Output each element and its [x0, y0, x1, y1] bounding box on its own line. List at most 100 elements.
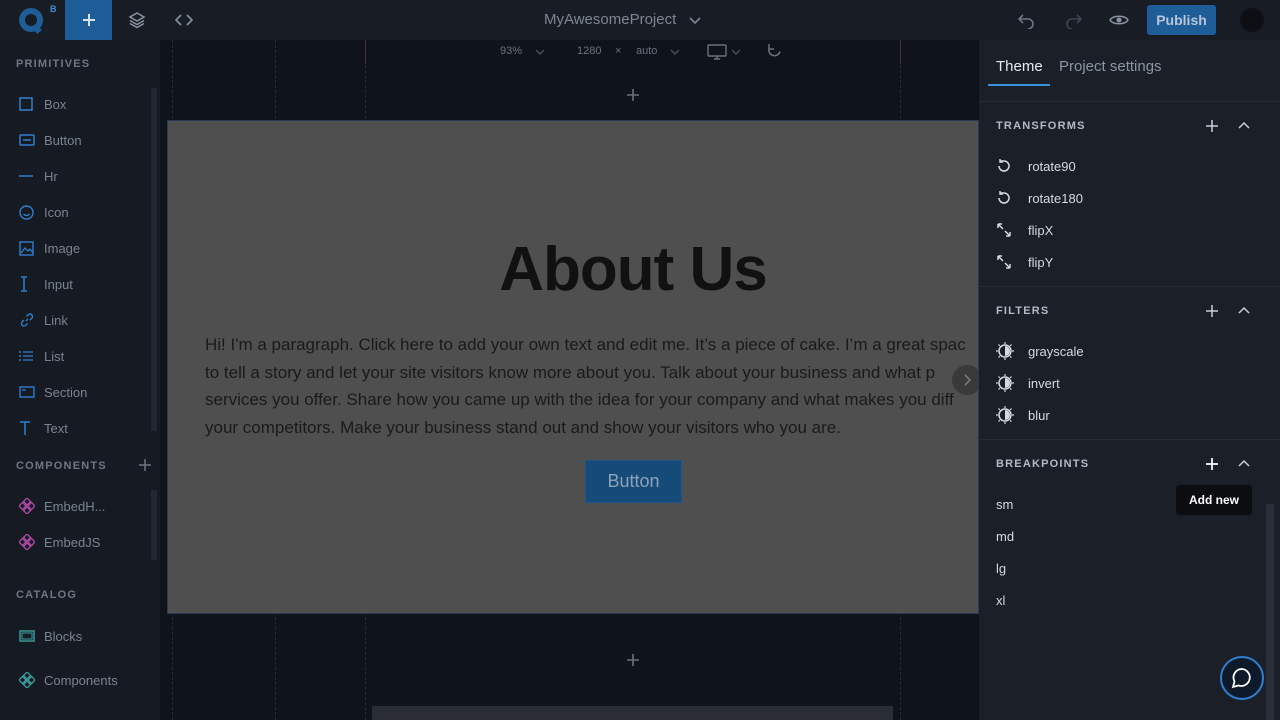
project-name[interactable]: MyAwesomeProject — [544, 11, 676, 28]
sidebar-item-hr[interactable]: Hr — [16, 162, 150, 190]
add-component-icon[interactable] — [138, 458, 152, 472]
expand-arrow-button[interactable] — [952, 365, 978, 395]
filter-item[interactable]: grayscale — [996, 339, 1084, 363]
image-icon — [19, 240, 34, 256]
paragraph-line: services you offer. Share how you came u… — [205, 390, 954, 409]
sidebar-item-label: Section — [44, 384, 88, 400]
smiley-icon — [19, 204, 34, 220]
undo-button[interactable] — [1006, 0, 1046, 40]
sidebar-item-icon[interactable]: Icon — [16, 198, 150, 226]
add-section-button[interactable] — [621, 83, 645, 107]
transform-item[interactable]: rotate180 — [996, 186, 1083, 210]
avatar[interactable] — [1240, 8, 1264, 32]
page-preview[interactable]: About Us Hi! I'm a paragraph. Click here… — [167, 120, 979, 614]
chevron-up-icon[interactable] — [1237, 458, 1251, 470]
sidebar-item-input[interactable]: Input — [16, 270, 150, 298]
sidebar-item-text[interactable]: Text — [16, 414, 150, 442]
component-icon — [19, 498, 35, 514]
sidebar-item-embedh[interactable]: EmbedH... — [16, 492, 150, 520]
components-title: COMPONENTS — [16, 460, 107, 472]
breakpoint-item[interactable]: md — [996, 524, 1014, 548]
chevron-down-icon[interactable] — [670, 48, 680, 56]
horizontal-scrollbar[interactable] — [372, 706, 893, 720]
sidebar-item-label: Image — [44, 240, 81, 256]
section-icon — [19, 386, 35, 398]
add-new-tooltip: Add new — [1176, 485, 1252, 515]
primitives-title: PRIMITIVES — [16, 58, 91, 70]
viewport-bar: 93% 1280 × auto — [160, 40, 979, 64]
breakpoint-label: sm — [996, 496, 1014, 512]
viewport-height[interactable]: auto — [636, 45, 657, 57]
chevron-down-icon[interactable] — [535, 48, 545, 56]
page-title[interactable]: About Us — [168, 234, 978, 305]
tab-theme[interactable]: Theme — [996, 58, 1043, 75]
plus-icon — [627, 89, 639, 101]
zoom-level[interactable]: 93% — [500, 45, 522, 57]
undo-icon — [1017, 14, 1034, 29]
chevron-up-icon[interactable] — [1237, 120, 1251, 132]
transforms-title: TRANSFORMS — [996, 120, 1086, 132]
sidebar-item-components[interactable]: Components — [16, 666, 150, 694]
sidebar-item-section[interactable]: Section — [16, 378, 150, 406]
plus-icon[interactable] — [1205, 304, 1219, 318]
transform-item[interactable]: flipY — [996, 250, 1053, 274]
preview-button[interactable] — [1099, 0, 1139, 40]
sidebar-item-label: Input — [44, 276, 73, 292]
sidebar-item-label: Components — [44, 672, 118, 688]
sidebar-item-list[interactable]: List — [16, 342, 150, 370]
breakpoint-item[interactable]: xl — [996, 588, 1005, 612]
chevron-right-icon — [964, 374, 972, 386]
chevron-up-icon[interactable] — [1237, 305, 1251, 317]
components-scrollbar[interactable] — [151, 490, 157, 560]
sidebar-item-link[interactable]: Link — [16, 306, 150, 334]
list-icon — [19, 351, 33, 361]
add-button[interactable] — [65, 0, 112, 40]
link-icon — [20, 313, 34, 327]
help-chat-button[interactable] — [1220, 656, 1264, 700]
button-icon — [19, 134, 35, 146]
refresh-icon[interactable] — [766, 43, 783, 60]
plan-badge: B — [50, 4, 57, 14]
code-icon — [175, 14, 193, 26]
breakpoint-item[interactable]: sm — [996, 492, 1013, 516]
page-paragraph[interactable]: Hi! I'm a paragraph. Click here to add y… — [205, 331, 978, 441]
paragraph-line: your competitors. Make your business sta… — [205, 417, 841, 437]
tab-project-settings[interactable]: Project settings — [1059, 58, 1162, 75]
desktop-icon[interactable] — [707, 44, 727, 60]
breakpoint-item[interactable]: lg — [996, 556, 1006, 580]
primitives-scrollbar[interactable] — [151, 88, 157, 431]
transform-item[interactable]: rotate90 — [996, 154, 1076, 178]
sidebar-item-box[interactable]: Box — [16, 90, 150, 118]
editor-canvas[interactable]: 93% 1280 × auto About Us Hi! I'm a parag… — [160, 40, 979, 720]
brightness-icon — [996, 342, 1014, 360]
divider — [979, 439, 1280, 440]
panel-scrollbar[interactable] — [1266, 504, 1274, 720]
redo-button[interactable] — [1054, 0, 1094, 40]
app-logo-icon[interactable] — [14, 5, 48, 35]
chevron-down-icon[interactable] — [731, 48, 741, 56]
layers-button[interactable] — [117, 0, 157, 40]
sidebar-item-button[interactable]: Button — [16, 126, 150, 154]
transform-label: rotate90 — [1028, 158, 1076, 174]
code-button[interactable] — [164, 0, 204, 40]
sidebar-item-image[interactable]: Image — [16, 234, 150, 262]
page-cta-button[interactable]: Button — [585, 460, 682, 503]
add-section-button[interactable] — [621, 648, 645, 672]
divider — [979, 286, 1280, 287]
transform-label: rotate180 — [1028, 190, 1083, 206]
sidebar-item-blocks[interactable]: Blocks — [16, 622, 150, 650]
publish-button[interactable]: Publish — [1147, 5, 1216, 35]
viewport-width[interactable]: 1280 — [577, 45, 601, 57]
sidebar-item-embedjs[interactable]: EmbedJS — [16, 528, 150, 556]
layers-icon — [128, 12, 146, 29]
chevron-down-icon[interactable] — [687, 12, 703, 28]
filter-item[interactable]: blur — [996, 403, 1050, 427]
plus-icon[interactable] — [1205, 457, 1219, 471]
plus-icon[interactable] — [1205, 119, 1219, 133]
brightness-icon — [996, 406, 1014, 424]
redo-icon — [1066, 14, 1083, 29]
paragraph-line: to tell a story and let your site visito… — [205, 362, 936, 382]
transform-item[interactable]: flipX — [996, 218, 1053, 242]
filter-item[interactable]: invert — [996, 371, 1060, 395]
divider — [979, 101, 1280, 102]
